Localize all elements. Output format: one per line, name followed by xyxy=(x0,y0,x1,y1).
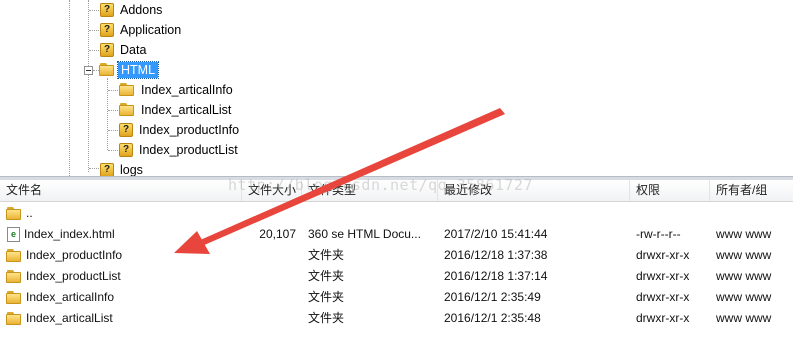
tree-item-index-productinfo[interactable]: ? Index_productInfo xyxy=(119,120,242,140)
tree-item-addons[interactable]: ? Addons xyxy=(100,0,165,20)
file-modified: 2016/12/1 2:35:48 xyxy=(444,311,541,325)
file-name-cell: .. xyxy=(6,203,242,224)
tree-item-label: logs xyxy=(120,163,143,176)
folder-icon xyxy=(6,311,22,326)
file-permissions: drwxr-xr-x xyxy=(636,311,690,325)
file-name-cell: Index_articalInfo xyxy=(6,287,242,308)
file-owner: www www xyxy=(716,248,772,262)
tree-item-data[interactable]: ? Data xyxy=(100,40,149,60)
column-header-modified[interactable]: 最近修改 xyxy=(438,180,630,201)
tree-item-label: Index_productInfo xyxy=(139,123,240,137)
file-name-cell: Index_productList xyxy=(6,266,242,287)
file-owner: www www xyxy=(716,269,772,283)
tree-item-label: Application xyxy=(120,23,182,37)
folder-icon xyxy=(6,206,22,221)
file-name: Index_productInfo xyxy=(26,248,123,262)
file-modified: 2016/12/1 2:35:49 xyxy=(444,290,541,304)
file-name: .. xyxy=(26,206,33,220)
file-name-cell: Index_productInfo xyxy=(6,245,242,266)
column-header-name[interactable]: 文件名 xyxy=(0,180,242,201)
tree-item-label: Addons xyxy=(120,3,163,17)
tree-item-label: Index_articalInfo xyxy=(141,83,233,97)
file-type: 文件夹 xyxy=(308,269,345,283)
file-name: Index_productList xyxy=(26,269,121,283)
file-owner: www www xyxy=(716,290,772,304)
file-permissions: drwxr-xr-x xyxy=(636,248,690,262)
file-type: 文件夹 xyxy=(308,311,345,325)
tree-item-label: Index_articalList xyxy=(141,103,232,117)
tree-item-application[interactable]: ? Application xyxy=(100,20,184,40)
file-name: Index_articalInfo xyxy=(26,290,115,304)
tree-item-html[interactable]: HTML xyxy=(99,60,160,80)
folder-icon xyxy=(6,248,22,263)
file-permissions: -rw-r--r-- xyxy=(636,227,681,241)
file-modified: 2017/2/10 15:41:44 xyxy=(444,227,548,241)
file-row-parent[interactable]: .. xyxy=(0,203,793,224)
file-permissions: drwxr-xr-x xyxy=(636,269,690,283)
file-owner: www www xyxy=(716,311,772,325)
folder-icon xyxy=(119,83,135,97)
folder-icon xyxy=(119,103,135,117)
file-row[interactable]: Index_articalList 文件夹 2016/12/1 2:35:48 … xyxy=(0,308,793,329)
collapse-toggle[interactable] xyxy=(84,66,93,75)
question-folder-icon: ? xyxy=(119,143,133,157)
file-name-cell: e Index_index.html xyxy=(7,224,243,245)
folder-tree[interactable]: ? Addons ? Application ? Data HTML Index… xyxy=(0,0,793,176)
question-folder-icon: ? xyxy=(100,3,114,17)
file-owner: www www xyxy=(716,227,772,241)
file-size: 20,107 xyxy=(259,227,296,241)
column-header-owner[interactable]: 所有者/组 xyxy=(710,180,793,201)
column-header-type[interactable]: 文件类型 xyxy=(302,180,438,201)
column-header-size[interactable]: 文件大小 xyxy=(242,180,302,201)
file-type: 360 se HTML Docu... xyxy=(308,227,421,241)
file-modified: 2016/12/18 1:37:38 xyxy=(444,248,548,262)
tree-item-index-articallist[interactable]: Index_articalList xyxy=(119,100,234,120)
column-header-permissions[interactable]: 权限 xyxy=(630,180,710,201)
tree-item-label: Index_productList xyxy=(139,143,238,157)
tree-item-label: Data xyxy=(120,43,147,57)
file-permissions: drwxr-xr-x xyxy=(636,290,690,304)
file-list[interactable]: 文件名 文件大小 文件类型 最近修改 权限 所有者/组 .. e Index_i… xyxy=(0,180,793,350)
question-folder-icon: ? xyxy=(100,163,114,176)
file-type: 文件夹 xyxy=(308,248,345,262)
file-name-cell: Index_articalList xyxy=(6,308,242,329)
file-row[interactable]: Index_productList 文件夹 2016/12/18 1:37:14… xyxy=(0,266,793,287)
column-header-row: 文件名 文件大小 文件类型 最近修改 权限 所有者/组 xyxy=(0,180,793,202)
file-name: Index_index.html xyxy=(24,227,115,241)
tree-item-label: HTML xyxy=(116,61,160,79)
file-row[interactable]: Index_articalInfo 文件夹 2016/12/1 2:35:49 … xyxy=(0,287,793,308)
question-folder-icon: ? xyxy=(119,123,133,137)
folder-icon xyxy=(6,269,22,284)
html-file-icon: e xyxy=(7,227,20,242)
folder-icon xyxy=(99,63,115,77)
file-row[interactable]: e Index_index.html 20,107 360 se HTML Do… xyxy=(0,224,793,245)
file-row[interactable]: Index_productInfo 文件夹 2016/12/18 1:37:38… xyxy=(0,245,793,266)
question-folder-icon: ? xyxy=(100,23,114,37)
tree-item-index-articalinfo[interactable]: Index_articalInfo xyxy=(119,80,236,100)
question-folder-icon: ? xyxy=(100,43,114,57)
file-type: 文件夹 xyxy=(308,290,345,304)
file-modified: 2016/12/18 1:37:14 xyxy=(444,269,548,283)
folder-icon xyxy=(6,290,22,305)
file-name: Index_articalList xyxy=(26,311,113,325)
tree-item-logs[interactable]: ? logs xyxy=(100,160,146,176)
tree-item-index-productlist[interactable]: ? Index_productList xyxy=(119,140,241,160)
